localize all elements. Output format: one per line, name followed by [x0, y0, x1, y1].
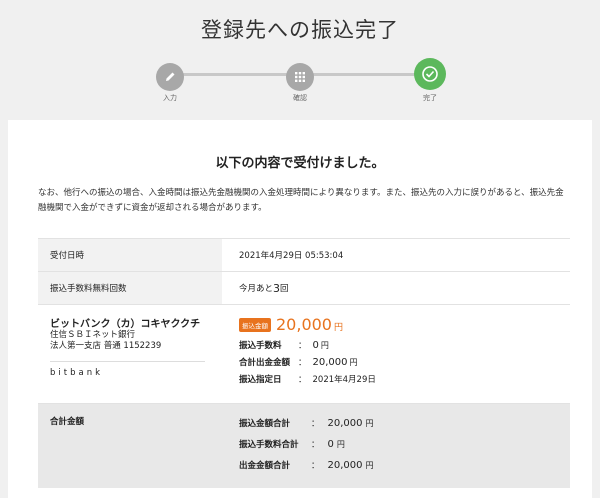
- summary-item-unit: 円: [365, 461, 374, 470]
- transfer-amount: 20,000: [276, 315, 332, 334]
- table-row: 受付日時 2021年4月29日 05:53:04: [38, 239, 570, 272]
- total-withdrawal-label: 合計出金金額: [239, 358, 291, 368]
- summary-transfer-total: 振込金額合計 ： 20,000 円: [239, 417, 374, 429]
- step-label: 完了: [423, 94, 437, 102]
- free-fee-count: 3: [273, 281, 281, 295]
- colon: ：: [311, 440, 320, 450]
- summary-item-value: 0: [327, 439, 334, 450]
- step-circle: [414, 58, 446, 90]
- summary-item-unit: 円: [336, 440, 345, 449]
- payee-info: ビットバンク（カ）コキヤククチ 住信ＳＢＩネット銀行 法人第一支店 普通 115…: [38, 305, 222, 403]
- summary-item-value: 20,000: [327, 418, 363, 429]
- total-withdrawal-value: 20,000: [312, 357, 348, 368]
- step-input: 入力: [140, 61, 200, 103]
- transfer-date-row: 振込指定日 ： 2021年4月29日: [239, 373, 376, 385]
- colon: ：: [298, 375, 307, 385]
- transfer-amount-badge: 振込金額: [239, 317, 271, 332]
- table-row: 合計金額 振込金額合計 ： 20,000 円 振込手数料合計 ： 0 円 出金金…: [38, 404, 570, 488]
- colon: ：: [311, 461, 320, 471]
- step-circle: [286, 63, 314, 91]
- step-confirm: 確認: [270, 61, 330, 103]
- receipt-label: 受付日時: [38, 239, 222, 271]
- fee-value: 0: [312, 340, 319, 351]
- summary-item-label: 振込金額合計: [239, 419, 291, 429]
- colon: ：: [298, 341, 307, 351]
- fee-unit: 円: [320, 341, 329, 350]
- progress-stepper: 入力 確認 完了: [0, 58, 600, 108]
- summary-values: 振込金額合計 ： 20,000 円 振込手数料合計 ： 0 円 出金金額合計 ：…: [222, 404, 570, 488]
- colon: ：: [298, 358, 307, 368]
- receipt-value: 2021年4月29日 05:53:04: [239, 251, 344, 261]
- step-label: 入力: [163, 94, 177, 102]
- page-title: 登録先への振込完了: [201, 18, 399, 42]
- summary-withdrawal-total: 出金金額合計 ： 20,000 円: [239, 459, 374, 471]
- pencil-icon: [166, 72, 175, 81]
- free-fee-suffix: 回: [280, 284, 289, 294]
- summary-item-label: 出金金額合計: [239, 461, 291, 471]
- table-row: 振込手数料無料回数 今月あと 3 回: [38, 272, 570, 305]
- notice-text: なお、他行への振込の場合、入金時間は振込先金融機関の入金処理時間により異なります…: [38, 188, 564, 213]
- card-heading: 以下の内容で受付けました。: [215, 156, 385, 171]
- divider: [50, 361, 205, 362]
- transfer-date-value: 2021年4月29日: [312, 375, 376, 385]
- result-card: 以下の内容で受付けました。 なお、他行への振込の場合、入金時間は振込先金融機関の…: [8, 120, 592, 498]
- payee-branch-account: 法人第一支店 普通 1152239: [50, 341, 162, 351]
- grid-icon: [295, 72, 305, 82]
- payee-nickname: bitbank: [50, 368, 104, 378]
- free-fee-prefix: 今月あと: [239, 284, 274, 294]
- transfer-amount-row: 振込金額 20,000 円: [239, 315, 343, 334]
- free-fee-value: 今月あと 3 回: [222, 272, 570, 304]
- table-row: ビットバンク（カ）コキヤククチ 住信ＳＢＩネット銀行 法人第一支店 普通 115…: [38, 305, 570, 404]
- summary-item-label: 振込手数料合計: [239, 440, 299, 450]
- transfer-details-table: 受付日時 2021年4月29日 05:53:04 振込手数料無料回数 今月あと 3…: [38, 238, 570, 488]
- step-label: 確認: [293, 94, 307, 102]
- summary-fee-total: 振込手数料合計 ： 0 円: [239, 438, 345, 450]
- transfer-amount-unit: 円: [333, 323, 343, 333]
- payee-bank: 住信ＳＢＩネット銀行: [50, 330, 136, 340]
- free-fee-label: 振込手数料無料回数: [38, 272, 222, 304]
- fee-row: 振込手数料 ： 0 円: [239, 339, 329, 351]
- summary-label: 合計金額: [38, 404, 222, 488]
- summary-item-unit: 円: [365, 419, 374, 428]
- colon: ：: [311, 419, 320, 429]
- total-withdrawal-unit: 円: [349, 358, 358, 367]
- transfer-date-label: 振込指定日: [239, 375, 282, 385]
- total-withdrawal-row: 合計出金金額 ： 20,000 円: [239, 356, 358, 368]
- step-complete: 完了: [400, 58, 460, 103]
- payee-amounts: 振込金額 20,000 円 振込手数料 ： 0 円 合計出金金額 ： 20,00…: [222, 305, 570, 403]
- check-icon: [422, 66, 438, 82]
- payee-name: ビットバンク（カ）コキヤククチ: [50, 319, 201, 330]
- summary-item-value: 20,000: [327, 460, 363, 471]
- step-circle: [156, 63, 184, 91]
- fee-label: 振込手数料: [239, 341, 282, 351]
